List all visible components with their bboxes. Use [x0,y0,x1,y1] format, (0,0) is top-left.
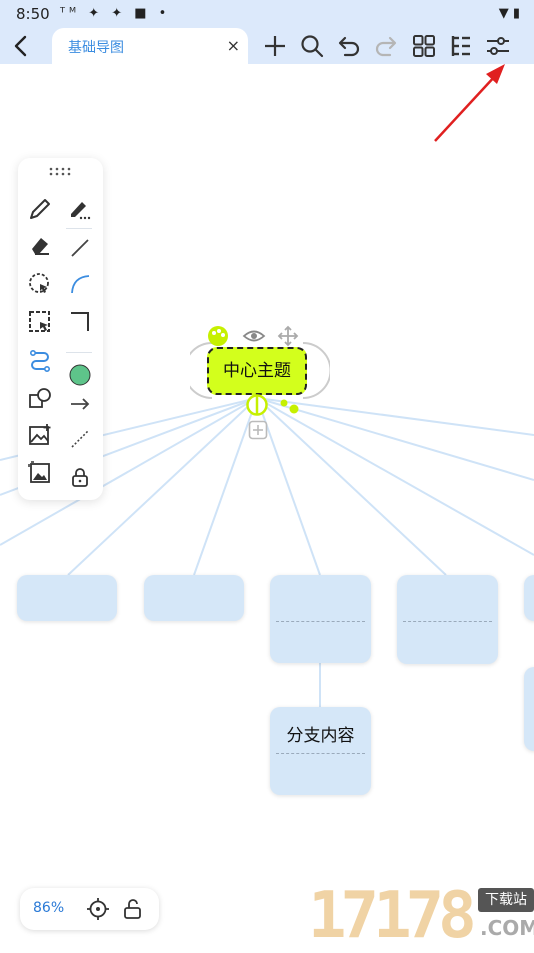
divider [66,352,92,353]
connector-tool[interactable] [27,347,53,373]
branch-node[interactable] [524,667,534,751]
central-topic-node[interactable]: 中心主题 [207,347,307,395]
watermark-digits: 17178 [308,879,477,953]
crosshair-icon [87,898,109,920]
color-picker[interactable] [67,362,93,388]
marker-tool[interactable] [67,196,93,222]
branch-node[interactable] [524,575,534,621]
branch-node[interactable] [17,575,117,621]
node-divider [276,621,365,622]
view-controls: 86% [20,888,159,930]
curve-tool[interactable] [67,271,93,297]
branch-label: 分支内容 [286,726,355,746]
line-tool[interactable] [67,235,93,261]
curve-icon [71,275,90,294]
layout-button[interactable] [411,33,437,59]
lasso-tool[interactable] [27,271,53,297]
visibility-button[interactable] [242,327,266,345]
collapse-icon [246,394,268,416]
dashed-line-icon [71,430,89,448]
node-divider [276,753,365,754]
move-icon [277,325,299,347]
move-handle[interactable] [277,325,299,347]
arrow-line-icon [71,398,90,410]
collapse-toggle[interactable] [246,394,268,416]
tab-title: 基础导图 [68,40,124,56]
search-button[interactable] [299,33,325,59]
add-icon [265,36,285,56]
palette-icon [208,326,228,346]
layout-grid-icon [413,35,435,57]
corner-line-icon [71,312,89,331]
back-arrow-icon [14,35,27,57]
redo-button[interactable] [373,33,399,59]
recenter-button[interactable] [86,897,110,921]
drawing-tool-palette [18,158,103,500]
settings-sliders-icon [487,37,509,55]
arrow-tool[interactable] [67,391,93,417]
node-style-button[interactable] [207,325,229,347]
back-button[interactable] [8,32,34,60]
add-child-button[interactable] [248,420,268,440]
undo-button[interactable] [336,33,362,59]
link-handle[interactable] [279,398,301,416]
shape-tool[interactable] [27,385,53,411]
marker-icon [71,202,91,220]
document-tab[interactable]: 基础导图 × [52,28,248,64]
eraser-icon [32,238,49,255]
node-divider [403,621,492,622]
corner-line-tool[interactable] [67,309,93,335]
lock-icon [72,468,88,487]
branch-node[interactable] [144,575,244,621]
insert-image-icon [29,424,51,445]
shape-icon [29,388,51,408]
relation-dots-icon [280,399,299,414]
image-icon [28,461,50,483]
close-icon[interactable]: × [227,36,240,55]
unlock-button[interactable] [121,897,145,921]
eraser-tool[interactable] [27,233,53,259]
status-time: 8:50 [16,5,50,23]
dashed-line-tool[interactable] [67,426,93,452]
image-tool[interactable] [27,460,53,486]
status-system-icons: ▼ ▮ [498,6,520,21]
connector-icon [29,349,50,372]
status-notification-icons: ᵀᴹ ✦ ✦ ■ • [60,6,171,21]
pen-tool[interactable] [27,196,53,222]
line-icon [71,239,89,257]
branch-node[interactable] [397,575,498,664]
search-icon [301,35,324,58]
status-bar: 8:50 ᵀᴹ ✦ ✦ ■ • ▼ ▮ [0,0,534,28]
add-button[interactable] [262,33,288,59]
eye-icon [242,330,266,342]
undo-icon [338,36,360,57]
lasso-select-icon [29,273,49,293]
top-toolbar: 基础导图 × [0,28,534,64]
structure-button[interactable] [448,33,474,59]
unlock-icon [124,899,141,919]
structure-icon [451,36,470,56]
settings-button[interactable] [485,33,511,59]
watermark-badge: 下载站 [478,888,534,912]
box-select-icon [29,311,50,332]
divider [66,228,92,229]
insert-image-tool[interactable] [27,422,53,448]
branch-node[interactable] [270,575,371,663]
pen-icon [30,199,50,219]
circle-shape-icon [69,364,91,386]
watermark-logo: 17178 下载站 .COM [308,882,534,950]
subtopic-node[interactable]: 分支内容 [270,707,371,795]
lock-tool[interactable] [67,464,93,490]
zoom-level[interactable]: 86% [33,900,64,916]
plus-box-icon [248,420,268,440]
drag-handle-icon[interactable] [48,166,72,176]
watermark-domain: .COM [480,916,534,940]
box-select-tool[interactable] [27,309,53,335]
redo-icon [375,36,397,57]
